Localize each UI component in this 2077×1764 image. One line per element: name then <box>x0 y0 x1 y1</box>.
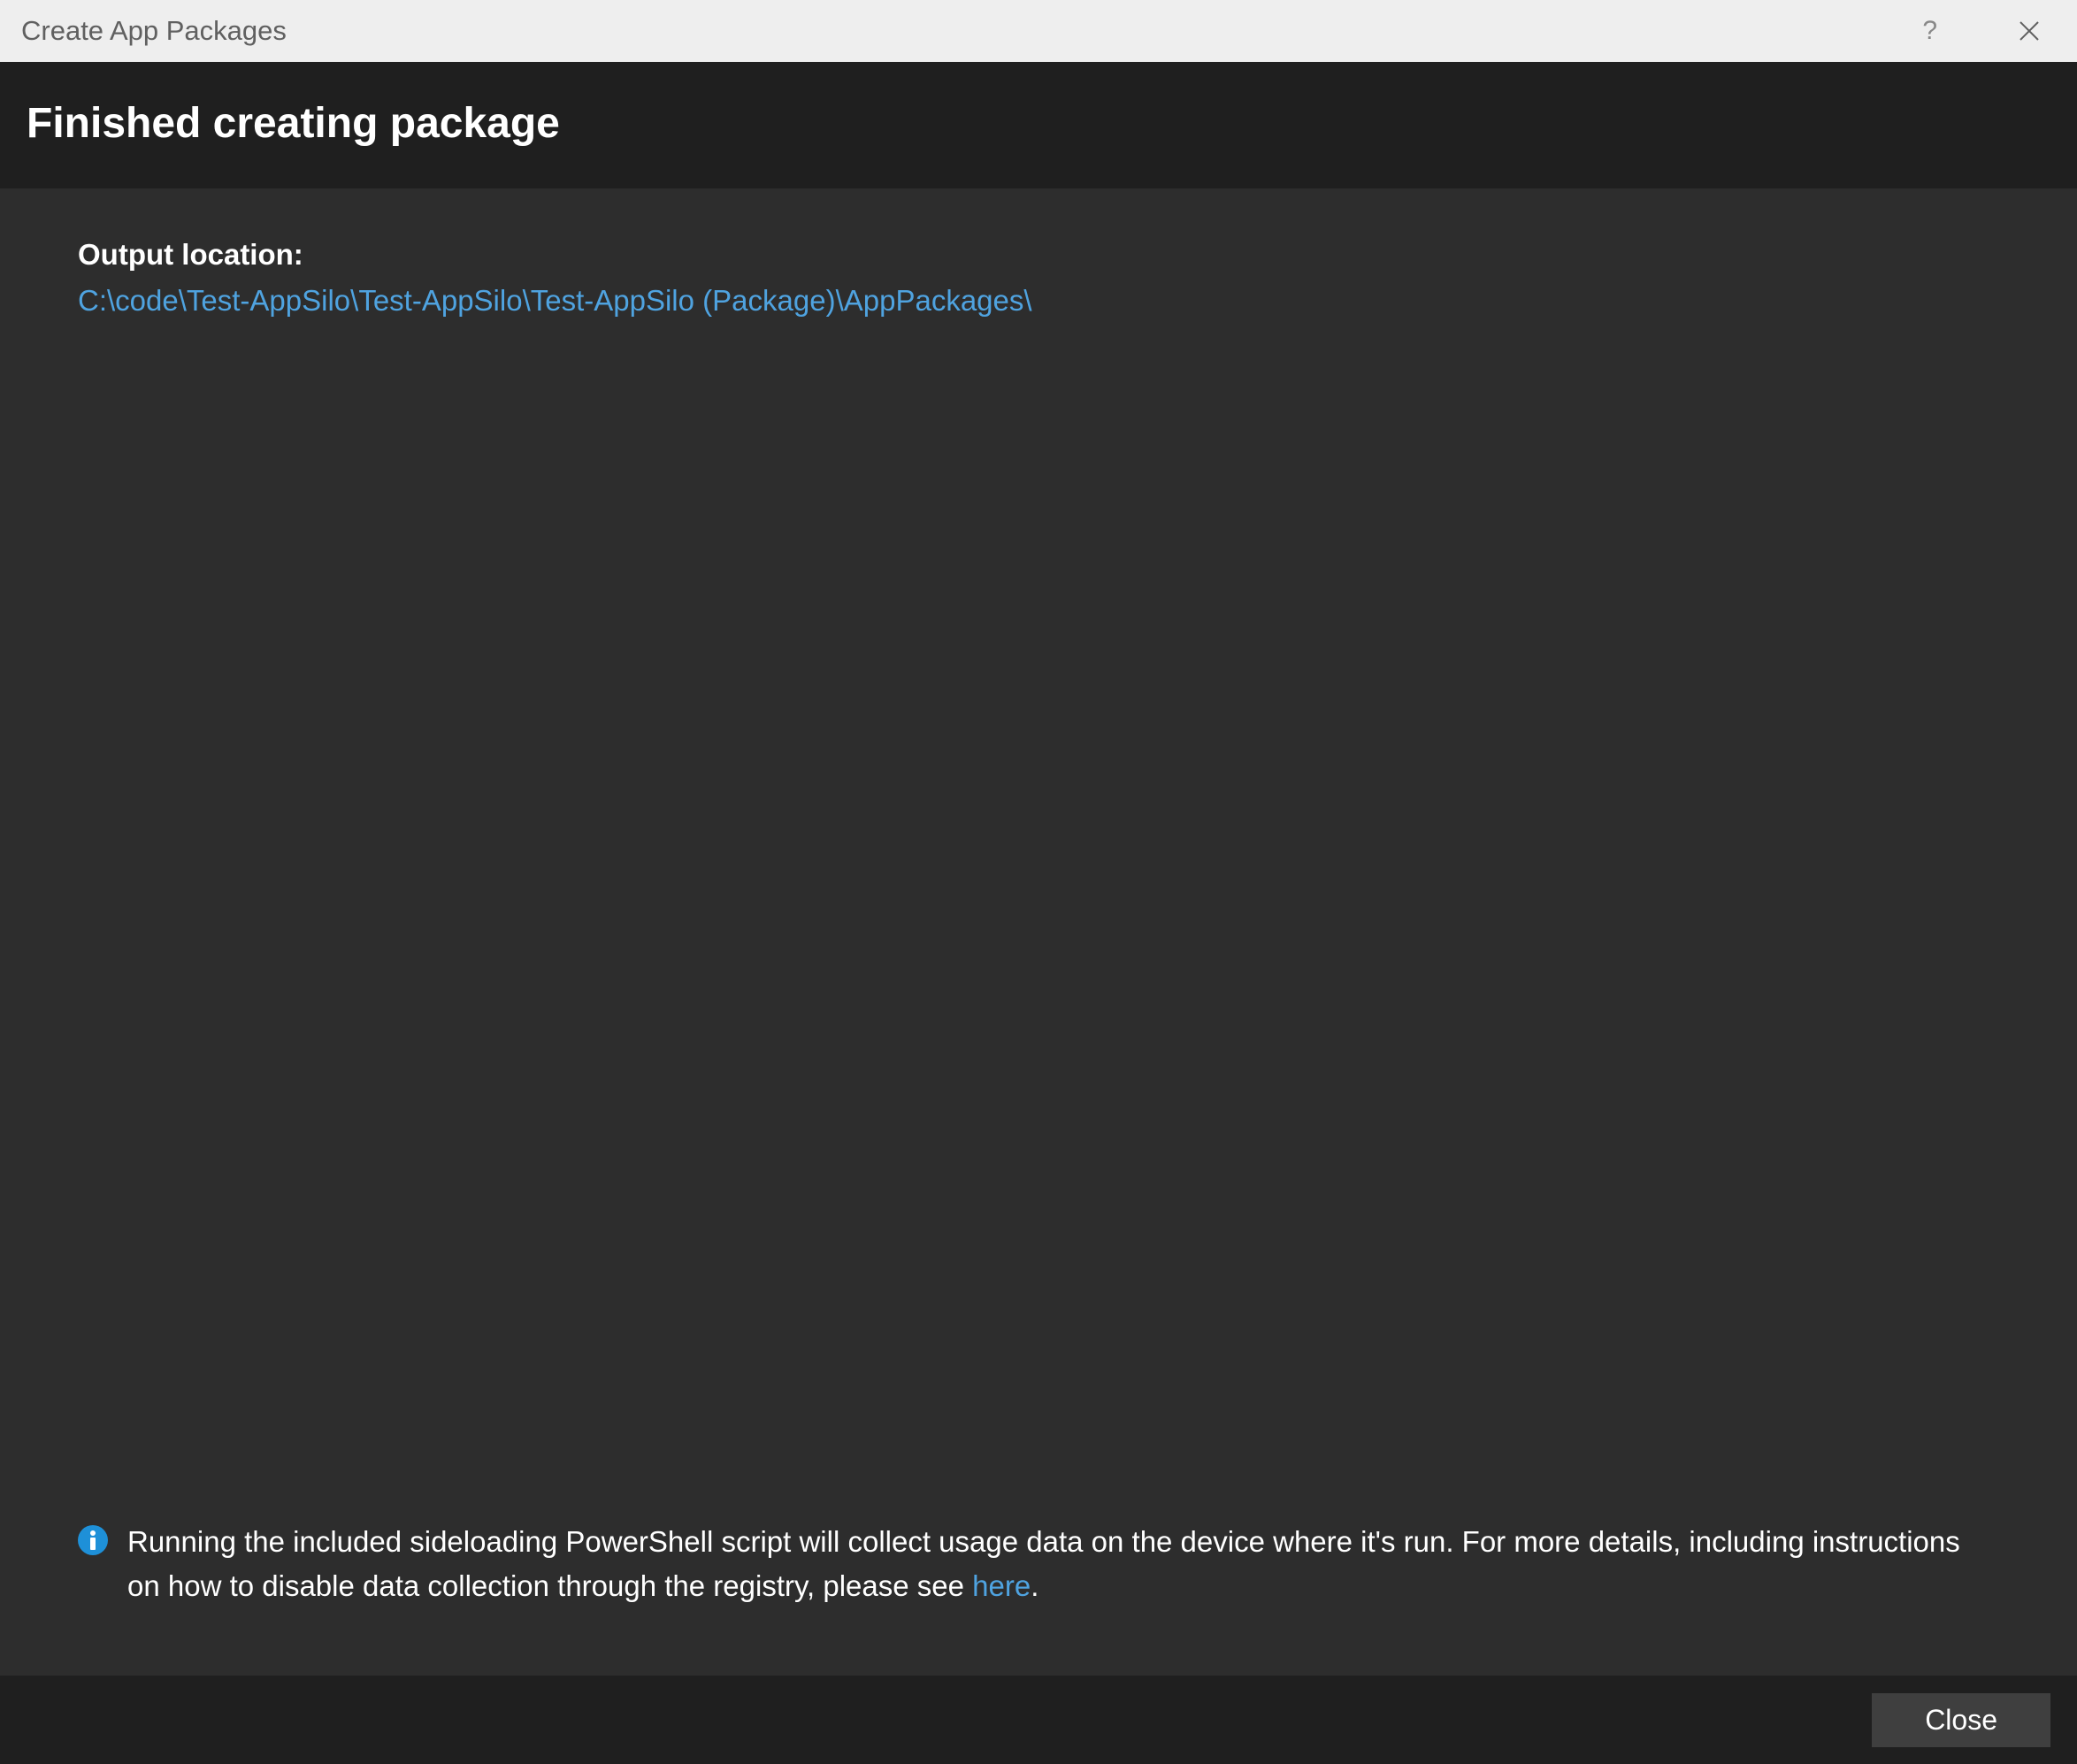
info-here-link[interactable]: here <box>972 1569 1031 1602</box>
main-content: Output location: C:\code\Test-AppSilo\Te… <box>0 188 2077 1643</box>
close-icon <box>2019 20 2040 42</box>
info-notice-text: Running the included sideloading PowerSh… <box>127 1520 1999 1607</box>
window-title: Create App Packages <box>21 15 287 47</box>
help-button[interactable]: ? <box>1913 12 1946 50</box>
window-close-button[interactable] <box>1999 13 2059 49</box>
close-button[interactable]: Close <box>1872 1693 2050 1747</box>
dialog-footer: Close <box>0 1676 2077 1764</box>
info-text-after: . <box>1031 1569 1038 1602</box>
heading-banner: Finished creating package <box>0 62 2077 188</box>
output-location-label: Output location: <box>78 238 1999 272</box>
info-notice: Running the included sideloading PowerSh… <box>78 1520 1999 1607</box>
info-icon <box>78 1525 108 1560</box>
titlebar: Create App Packages ? <box>0 0 2077 62</box>
page-title: Finished creating package <box>27 99 2050 148</box>
info-text-before: Running the included sideloading PowerSh… <box>127 1525 1960 1602</box>
titlebar-controls: ? <box>1913 0 2059 62</box>
output-location-link[interactable]: C:\code\Test-AppSilo\Test-AppSilo\Test-A… <box>78 284 1032 318</box>
